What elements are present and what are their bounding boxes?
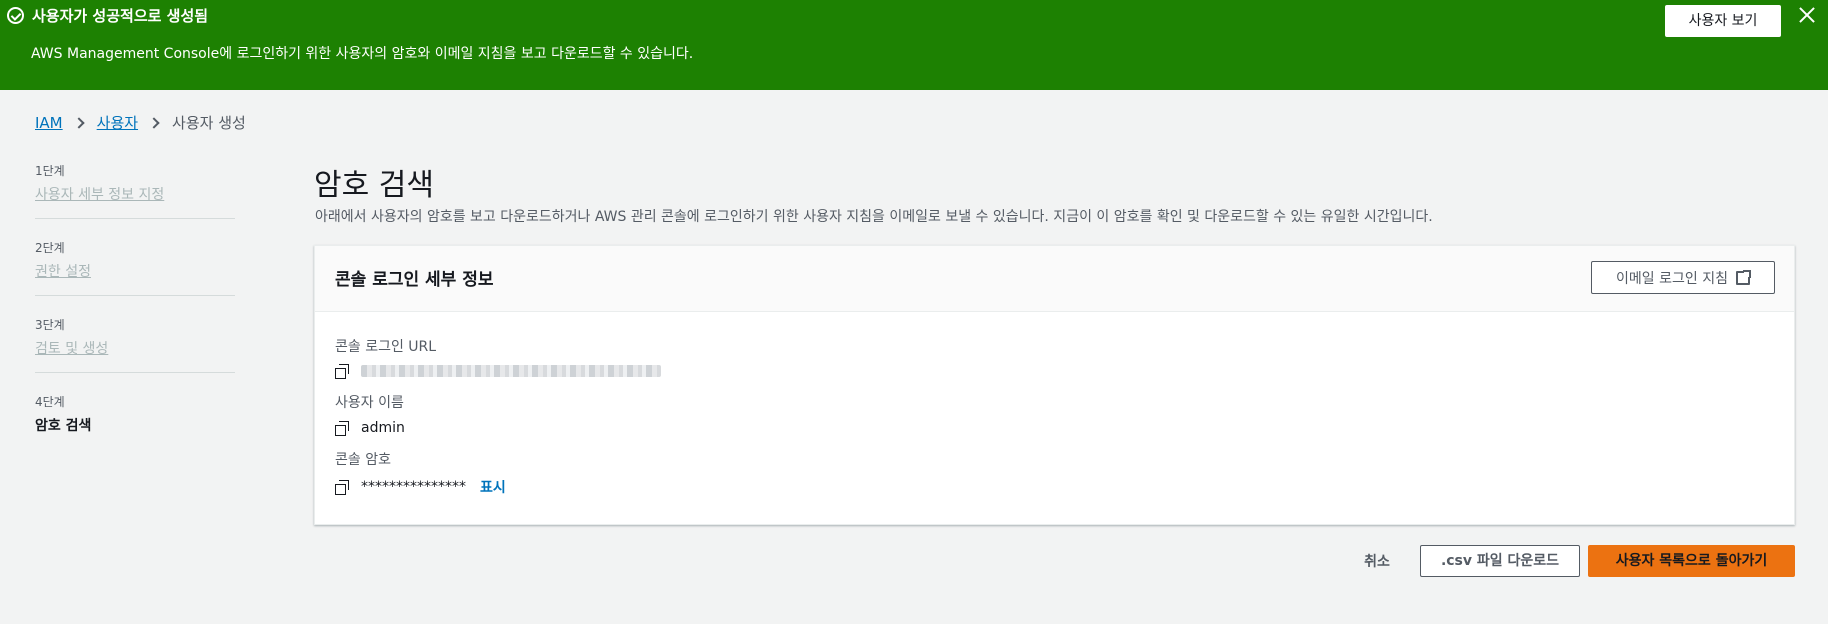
username-field: 사용자 이름 admin — [335, 392, 405, 436]
step-number: 4단계 — [35, 395, 65, 409]
wizard-steps: 1단계 사용자 세부 정보 지정 2단계 권한 설정 3단계 검토 및 생성 4… — [35, 162, 235, 469]
page-description: 아래에서 사용자의 암호를 보고 다운로드하거나 AWS 관리 콘솔에 로그인하… — [315, 209, 1433, 225]
step-1: 1단계 사용자 세부 정보 지정 — [35, 162, 235, 219]
breadcrumb: IAM 사용자 사용자 생성 — [35, 112, 246, 133]
field-label: 콘솔 암호 — [335, 452, 391, 468]
step-number: 1단계 — [35, 164, 65, 178]
field-label: 콘솔 로그인 URL — [335, 339, 437, 355]
panel-title: 콘솔 로그인 세부 정보 — [335, 270, 494, 290]
success-flashbar: 사용자가 성공적으로 생성됨 AWS Management Console에 로… — [0, 0, 1828, 90]
breadcrumb-users[interactable]: 사용자 — [97, 112, 138, 133]
copy-icon[interactable] — [335, 421, 349, 436]
view-user-button[interactable]: 사용자 보기 — [1665, 5, 1781, 37]
step-4: 4단계 암호 검색 — [35, 393, 235, 449]
chevron-right-icon — [72, 116, 85, 129]
external-link-icon — [1735, 268, 1752, 285]
field-row: *************** 표시 — [335, 477, 506, 497]
console-url-field: 콘솔 로그인 URL — [335, 336, 661, 379]
breadcrumb-iam[interactable]: IAM — [35, 114, 63, 132]
password-field: 콘솔 암호 *************** 표시 — [335, 449, 506, 497]
step-number: 3단계 — [35, 318, 65, 332]
chevron-right-icon — [148, 116, 160, 129]
show-password-link[interactable]: 표시 — [480, 477, 506, 497]
flash-message: AWS Management Console에 로그인하기 위한 사용자의 암호… — [31, 46, 694, 62]
step-current-retrieve-password: 암호 검색 — [35, 418, 92, 434]
console-url-redacted — [361, 365, 661, 377]
cancel-button[interactable]: 취소 — [1355, 546, 1399, 578]
copy-icon[interactable] — [335, 364, 349, 379]
email-button-label: 이메일 로그인 지침 — [1616, 270, 1728, 287]
close-icon[interactable] — [1797, 5, 1817, 25]
username-value: admin — [361, 420, 405, 436]
step-2: 2단계 권한 설정 — [35, 239, 235, 296]
step-number: 2단계 — [35, 241, 65, 255]
step-link-review: 검토 및 생성 — [35, 341, 109, 357]
password-value: *************** — [361, 479, 466, 495]
step-link-user-details: 사용자 세부 정보 지정 — [35, 187, 165, 203]
check-circle-icon — [7, 7, 24, 24]
step-link-permissions: 권한 설정 — [35, 264, 91, 280]
field-label: 사용자 이름 — [335, 395, 404, 411]
flash-title: 사용자가 성공적으로 생성됨 — [32, 7, 209, 25]
copy-icon[interactable] — [335, 480, 349, 495]
breadcrumb-current: 사용자 생성 — [172, 114, 246, 132]
panel-header: 콘솔 로그인 세부 정보 이메일 로그인 지침 — [315, 246, 1794, 312]
field-row: admin — [335, 420, 405, 436]
email-signin-instructions-button[interactable]: 이메일 로그인 지침 — [1591, 261, 1775, 294]
step-3: 3단계 검토 및 생성 — [35, 316, 235, 373]
field-row — [335, 364, 661, 379]
return-to-users-button[interactable]: 사용자 목록으로 돌아가기 — [1588, 545, 1795, 577]
page-title: 암호 검색 — [314, 168, 434, 203]
console-signin-panel: 콘솔 로그인 세부 정보 이메일 로그인 지침 콘솔 로그인 URL 사용자 이… — [314, 245, 1795, 525]
download-csv-button[interactable]: .csv 파일 다운로드 — [1420, 545, 1580, 577]
